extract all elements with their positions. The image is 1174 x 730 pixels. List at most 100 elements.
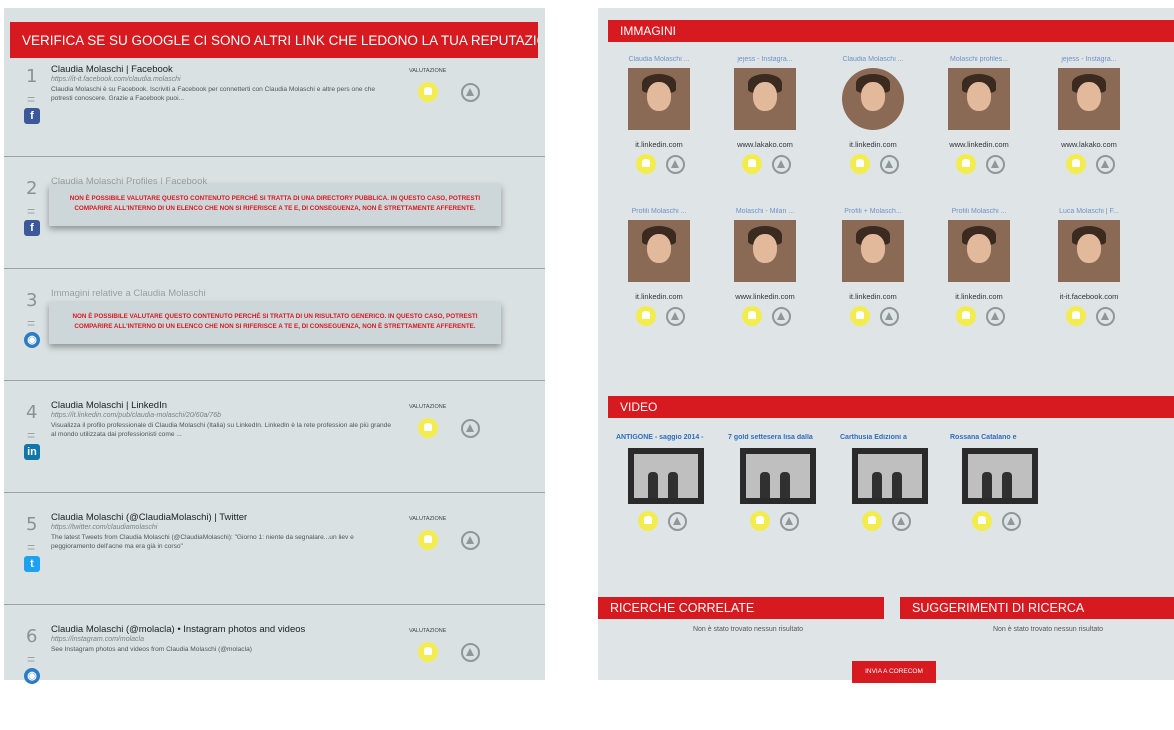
approve-button[interactable] bbox=[418, 642, 438, 662]
result-title[interactable]: Claudia Molaschi | LinkedIn bbox=[51, 400, 167, 411]
reject-button[interactable] bbox=[1096, 307, 1115, 326]
image-thumbnail[interactable] bbox=[1058, 220, 1120, 282]
drag-handle-icon[interactable]: = bbox=[27, 315, 35, 331]
video-title[interactable]: Carthusia Edizioni a bbox=[840, 434, 945, 441]
video-title[interactable]: ANTIGONE - saggio 2014 - bbox=[616, 434, 721, 441]
result-description: Visualizza il profilo professionale di C… bbox=[51, 422, 392, 438]
video-thumbnail[interactable] bbox=[740, 448, 816, 504]
image-thumbnail[interactable] bbox=[628, 220, 690, 282]
reject-button[interactable] bbox=[780, 512, 799, 531]
result-number: 6 bbox=[26, 626, 38, 647]
facebook-icon: f bbox=[24, 220, 40, 236]
result-url[interactable]: https://it-it.facebook.com/claudia.molas… bbox=[51, 76, 181, 83]
drag-handle-icon[interactable]: = bbox=[27, 203, 35, 219]
image-title[interactable]: Molaschi profiles... bbox=[934, 56, 1024, 63]
reject-button[interactable] bbox=[461, 531, 480, 550]
approve-button[interactable] bbox=[638, 511, 658, 531]
image-title[interactable]: Claudia Molaschi ... bbox=[614, 56, 704, 63]
reject-button[interactable] bbox=[668, 512, 687, 531]
approve-button[interactable] bbox=[956, 306, 976, 326]
approve-button[interactable] bbox=[1066, 306, 1086, 326]
result-title[interactable]: Claudia Molaschi (@molacla) • Instagram … bbox=[51, 624, 305, 635]
reject-button[interactable] bbox=[461, 83, 480, 102]
approve-button[interactable] bbox=[636, 154, 656, 174]
reject-button[interactable] bbox=[666, 307, 685, 326]
image-thumbnail[interactable] bbox=[842, 220, 904, 282]
result-url[interactable]: https://it.linkedin.com/pub/claudia-mola… bbox=[51, 412, 221, 419]
reject-button[interactable] bbox=[986, 307, 1005, 326]
approve-button[interactable] bbox=[862, 511, 882, 531]
reject-button[interactable] bbox=[1002, 512, 1021, 531]
video-header: VIDEO bbox=[608, 396, 1174, 418]
twitter-icon: t bbox=[24, 556, 40, 572]
image-domain: www.linkedin.com bbox=[949, 140, 1009, 149]
image-thumbnail[interactable] bbox=[948, 220, 1010, 282]
result-title[interactable]: Immagini relative a Claudia Molaschi bbox=[51, 288, 206, 299]
approve-button[interactable] bbox=[418, 418, 438, 438]
image-title[interactable]: Profili Molaschi ... bbox=[934, 208, 1024, 215]
image-title[interactable]: Profili Molaschi ... bbox=[614, 208, 704, 215]
search-result-6[interactable]: 6 = ◉ Claudia Molaschi (@molacla) • Instagr… bbox=[4, 618, 545, 730]
reject-button[interactable] bbox=[892, 512, 911, 531]
search-result-2[interactable]: 2 = f Claudia Molaschi Profiles | Facebook N… bbox=[4, 170, 545, 282]
globe-icon: ◉ bbox=[24, 332, 40, 348]
result-url[interactable]: https://instagram.com/molacla bbox=[51, 636, 144, 643]
result-title[interactable]: Claudia Molaschi (@ClaudiaMolaschi) | Tw… bbox=[51, 512, 247, 523]
reputation-header: VERIFICA SE SU GOOGLE CI SONO ALTRI LINK… bbox=[10, 22, 538, 58]
search-result-1[interactable]: 1 = f Claudia Molaschi | Facebook https://it… bbox=[4, 58, 545, 170]
reject-button[interactable] bbox=[461, 643, 480, 662]
reject-button[interactable] bbox=[1096, 155, 1115, 174]
valutazione-label: VALUTAZIONE bbox=[409, 404, 447, 410]
image-thumbnail[interactable] bbox=[734, 220, 796, 282]
image-domain: www.lakako.com bbox=[737, 140, 793, 149]
search-result-3[interactable]: 3 = ◉ Immagini relative a Claudia Molaschi N… bbox=[4, 282, 545, 394]
reject-button[interactable] bbox=[666, 155, 685, 174]
result-title[interactable]: Claudia Molaschi | Facebook bbox=[51, 64, 173, 75]
reject-button[interactable] bbox=[772, 155, 791, 174]
image-thumbnail[interactable] bbox=[628, 68, 690, 130]
approve-button[interactable] bbox=[742, 306, 762, 326]
image-thumbnail[interactable] bbox=[1058, 68, 1120, 130]
image-title[interactable]: Molaschi - Milan ... bbox=[720, 208, 810, 215]
search-result-4[interactable]: 4 = in Claudia Molaschi | LinkedIn https://i… bbox=[4, 394, 545, 506]
approve-button[interactable] bbox=[850, 154, 870, 174]
video-title[interactable]: Rossana Catalano e bbox=[950, 434, 1055, 441]
search-result-5[interactable]: 5 = t Claudia Molaschi (@ClaudiaMolaschi) |… bbox=[4, 506, 545, 618]
video-title[interactable]: 7 gold settesera lisa dalla bbox=[728, 434, 833, 441]
approve-button[interactable] bbox=[636, 306, 656, 326]
image-title[interactable]: jejess - Instagra... bbox=[720, 56, 810, 63]
drag-handle-icon[interactable]: = bbox=[27, 539, 35, 555]
approve-button[interactable] bbox=[972, 511, 992, 531]
related-no-result: Non è stato trovato nessun risultato bbox=[692, 626, 804, 633]
linkedin-icon: in bbox=[24, 444, 40, 460]
approve-button[interactable] bbox=[742, 154, 762, 174]
image-thumbnail[interactable] bbox=[734, 68, 796, 130]
image-thumbnail[interactable] bbox=[842, 68, 904, 130]
result-description: See Instagram photos and videos from Cla… bbox=[51, 646, 252, 653]
video-thumbnail[interactable] bbox=[852, 448, 928, 504]
drag-handle-icon[interactable]: = bbox=[27, 651, 35, 667]
reject-button[interactable] bbox=[880, 307, 899, 326]
approve-button[interactable] bbox=[1066, 154, 1086, 174]
reject-button[interactable] bbox=[986, 155, 1005, 174]
drag-handle-icon[interactable]: = bbox=[27, 91, 35, 107]
image-title[interactable]: jejess - Instagra... bbox=[1044, 56, 1134, 63]
image-title[interactable]: Profili + Molasch... bbox=[828, 208, 918, 215]
image-title[interactable]: Luca Molaschi | F... bbox=[1044, 208, 1134, 215]
video-thumbnail[interactable] bbox=[962, 448, 1038, 504]
reject-button[interactable] bbox=[880, 155, 899, 174]
reject-button[interactable] bbox=[461, 419, 480, 438]
drag-handle-icon[interactable]: = bbox=[27, 427, 35, 443]
approve-button[interactable] bbox=[956, 154, 976, 174]
image-thumbnail[interactable] bbox=[948, 68, 1010, 130]
result-divider bbox=[4, 380, 545, 381]
approve-button[interactable] bbox=[850, 306, 870, 326]
reject-button[interactable] bbox=[772, 307, 791, 326]
video-thumbnail[interactable] bbox=[628, 448, 704, 504]
result-url[interactable]: https://twitter.com/claudiamolaschi bbox=[51, 524, 157, 531]
image-title[interactable]: Claudia Molaschi ... bbox=[828, 56, 918, 63]
video-header-text: VIDEO bbox=[620, 400, 658, 414]
approve-button[interactable] bbox=[418, 530, 438, 550]
approve-button[interactable] bbox=[750, 511, 770, 531]
approve-button[interactable] bbox=[418, 82, 438, 102]
